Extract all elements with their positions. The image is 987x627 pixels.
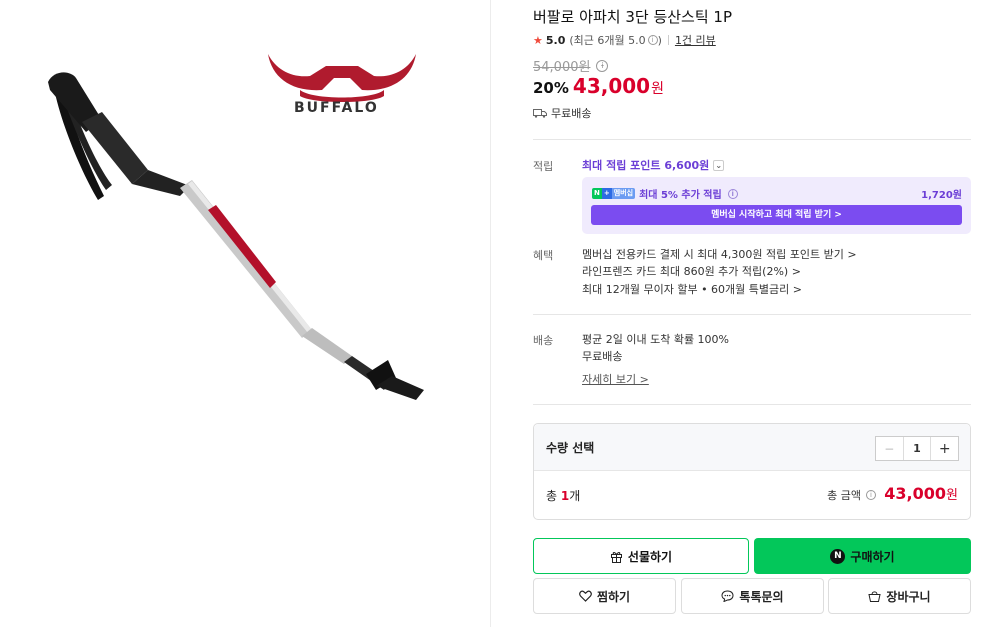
max-points-dropdown[interactable]: 최대 적립 포인트 6,600원 ⌄: [582, 157, 725, 173]
gift-label: 선물하기: [627, 549, 673, 564]
membership-start-button[interactable]: 멤버십 시작하고 최대 적립 받기 >: [591, 205, 962, 225]
price-unit: 원: [651, 81, 664, 97]
review-count-link[interactable]: 1건 리뷰: [675, 32, 716, 48]
delivery-detail-link[interactable]: 자세히 보기 >: [582, 371, 649, 387]
gift-button[interactable]: 선물하기: [533, 538, 749, 574]
total-info-icon[interactable]: i: [866, 490, 876, 500]
rating-row: ★ 5.0 (최근 6개월 5.0 i ) 1건 리뷰: [533, 32, 716, 48]
npay-membership-badge: N + 멤버십: [592, 188, 636, 199]
buy-button[interactable]: N 구매하기: [754, 538, 971, 574]
star-icon: ★: [533, 33, 543, 47]
trekking-pole-image: [48, 72, 424, 400]
wish-label: 찜하기: [596, 589, 631, 604]
delivery-free: 무료배송: [582, 350, 623, 363]
naver-n-icon: N: [830, 548, 846, 564]
membership-text: 최대 5% 추가 적립: [639, 190, 722, 201]
delivery-label: 배송: [533, 334, 554, 347]
column-divider: [490, 0, 491, 627]
chat-icon: [721, 590, 734, 602]
quantity-value[interactable]: 1: [904, 437, 931, 460]
quantity-minus-button[interactable]: −: [876, 437, 904, 460]
divider: [533, 139, 971, 140]
wish-button[interactable]: 찜하기: [533, 578, 676, 614]
divider: [533, 404, 971, 405]
membership-info-icon[interactable]: i: [727, 188, 738, 199]
info-icon[interactable]: i: [647, 35, 658, 45]
membership-box: N + 멤버십 최대 5% 추가 적립 i 1,720원 멤버십 시작하고 최대 적…: [582, 177, 971, 234]
benefits-label: 혜택: [533, 249, 554, 262]
truck-icon: [533, 109, 547, 118]
quantity-plus-button[interactable]: +: [930, 437, 958, 460]
quantity-title: 수량 선택: [546, 441, 595, 455]
quantity-header: 수량 선택 − 1 +: [534, 424, 970, 471]
cart-icon: [868, 590, 882, 602]
gift-icon: [610, 551, 622, 563]
rating-separator: [667, 35, 669, 45]
membership-amount: 1,720원: [921, 190, 962, 201]
quantity-box: 수량 선택 − 1 + 총 1개 총 금액 i 43,000원: [533, 423, 971, 520]
rating-recent: (최근 6개월 5.0: [569, 34, 646, 47]
cart-button[interactable]: 장바구니: [828, 578, 971, 614]
chevron-down-icon: ⌄: [713, 159, 725, 171]
original-price: 54,000원: [533, 60, 591, 75]
price-row: 20% 43,000 원: [533, 74, 664, 98]
max-points-text: 최대 적립 포인트 6,600원: [582, 159, 710, 172]
quantity-stepper[interactable]: − 1 +: [875, 436, 959, 461]
product-info-panel: 버팔로 아파치 3단 등산스틱 1P ★ 5.0 (최근 6개월 5.0 i )…: [533, 0, 971, 627]
original-price-row: 54,000원 i: [533, 56, 609, 75]
cart-label: 장바구니: [886, 589, 931, 604]
benefit-installment-link[interactable]: 최대 12개월 무이자 할부 • 60개월 특별금리 >: [582, 281, 802, 297]
rating-score: 5.0: [545, 33, 566, 47]
benefit-card-link[interactable]: 멤버십 전용카드 결제 시 최대 4,300원 적립 포인트 받기 >: [582, 246, 857, 262]
total-price-label: 총 금액 i: [827, 487, 876, 503]
buy-label: 구매하기: [850, 549, 895, 564]
membership-row: N + 멤버십 최대 5% 추가 적립 i: [592, 186, 738, 201]
total-count: 총 1개: [546, 489, 581, 503]
rating-recent-close: ): [657, 33, 662, 47]
divider: [533, 314, 971, 315]
shipping-text: 무료배송: [551, 107, 592, 120]
product-title: 버팔로 아파치 3단 등산스틱 1P: [533, 8, 733, 26]
sale-price: 43,000: [572, 74, 651, 98]
heart-icon: [579, 590, 592, 602]
points-label: 적립: [533, 160, 554, 173]
shipping-row: 무료배송: [533, 105, 591, 121]
discount-rate: 20%: [533, 79, 569, 97]
benefit-linefriends-link[interactable]: 라인프렌즈 카드 최대 860원 추가 적립(2%) >: [582, 263, 801, 279]
total-price: 43,000원: [884, 484, 958, 503]
price-info-icon[interactable]: i: [596, 59, 609, 72]
product-image-area: BUFFALO: [0, 0, 490, 627]
talk-label: 톡톡문의: [739, 589, 784, 604]
talk-inquiry-button[interactable]: 톡톡문의: [681, 578, 824, 614]
delivery-probability: 평균 2일 이내 도착 확률 100%: [582, 333, 730, 346]
